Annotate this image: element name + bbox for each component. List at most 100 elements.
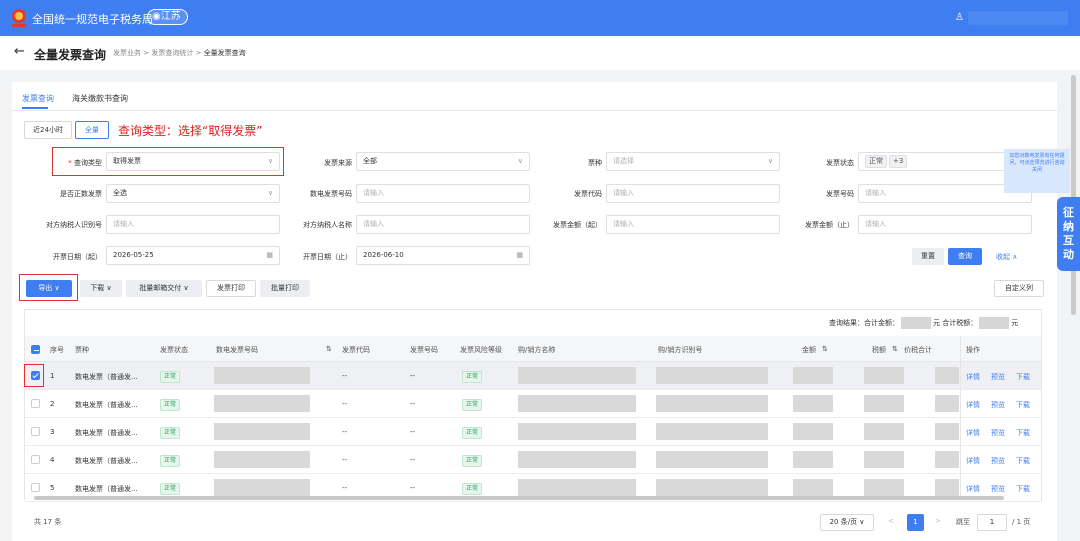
help-close-link[interactable]: 关闭 xyxy=(1009,167,1065,174)
status-badge: 正常 xyxy=(160,483,181,495)
breadcrumb-item[interactable]: 发票业务 xyxy=(113,49,141,57)
cell-code: -- xyxy=(342,456,348,464)
risk-badge: 正常 xyxy=(462,399,483,411)
source-select[interactable]: 全部 ∨ xyxy=(356,152,530,171)
all-button[interactable]: 全量 xyxy=(75,121,109,139)
page-scrollbar[interactable] xyxy=(1071,75,1076,315)
select-all-checkbox[interactable] xyxy=(31,345,40,354)
status-select[interactable]: 正常 +3 xyxy=(858,152,1008,171)
last-24h-button[interactable]: 近24小时 xyxy=(24,121,72,139)
tab-invoice-query[interactable]: 发票查询 xyxy=(22,93,54,104)
batch-mail-button[interactable]: 批量邮箱交付 ∨ xyxy=(126,280,202,297)
page-1[interactable]: 1 xyxy=(907,514,924,531)
risk-badge: 正常 xyxy=(462,483,483,495)
province-switch[interactable]: ◉江苏 xyxy=(147,9,188,25)
row-download-link[interactable]: 下载 xyxy=(1016,484,1030,494)
page-size-select[interactable]: 20 条/页 ∨ xyxy=(820,514,874,531)
next-page-icon[interactable]: > xyxy=(933,514,943,531)
code-label: 发票代码 xyxy=(574,190,602,198)
row-preview-link[interactable]: 预览 xyxy=(991,428,1005,438)
breadcrumb-item[interactable]: 发票查询统计 xyxy=(151,49,193,57)
row-detail-link[interactable]: 详情 xyxy=(966,484,980,494)
col-digital-no: 数电发票号码 xyxy=(216,346,258,354)
calendar-icon: ▦ xyxy=(266,251,273,259)
tab-indicator xyxy=(22,107,48,109)
kind-select[interactable]: 请选择 ∨ xyxy=(606,152,780,171)
col-amount: 金额 xyxy=(802,346,816,354)
row-checkbox[interactable] xyxy=(31,483,40,492)
amt-to-input[interactable]: 请输入 xyxy=(858,215,1032,234)
taxname-input[interactable]: 请输入 xyxy=(356,215,530,234)
cell-type: 数电发票（普通发... xyxy=(75,457,138,465)
row-checkbox[interactable] xyxy=(31,399,40,408)
amt-from-input[interactable]: 请输入 xyxy=(606,215,780,234)
cell-type: 数电发票（普通发... xyxy=(75,401,138,409)
batch-print-button[interactable]: 批量打印 xyxy=(260,280,310,297)
cell-no: 3 xyxy=(50,428,55,436)
taxid-label: 对方纳税人识别号 xyxy=(46,221,102,229)
redacted-party-name xyxy=(518,395,636,412)
row-preview-link[interactable]: 预览 xyxy=(991,456,1005,466)
side-interact-tab[interactable]: 征纳互动 xyxy=(1057,197,1080,271)
col-status: 发票状态 xyxy=(160,346,188,354)
cell-code: -- xyxy=(342,484,348,492)
row-preview-link[interactable]: 预览 xyxy=(991,484,1005,494)
row-checkbox[interactable] xyxy=(31,455,40,464)
date-to-picker[interactable]: 2026-06-10 ▦ xyxy=(356,246,530,265)
custom-columns-button[interactable]: 自定义列 xyxy=(994,280,1044,297)
sort-icon[interactable]: ⇅ xyxy=(822,345,828,353)
sort-icon[interactable]: ⇅ xyxy=(892,345,898,353)
sort-icon[interactable]: ⇅ xyxy=(326,345,332,353)
col-party-name: 购/销方名称 xyxy=(518,346,556,354)
prev-page-icon[interactable]: < xyxy=(886,514,896,531)
redacted-digital-no xyxy=(214,423,310,440)
redacted-tax xyxy=(979,317,1010,329)
help-popup: 如您对数电发票有任何疑问，可点击预览进行咨询 关闭 xyxy=(1004,149,1070,193)
digital-no-input[interactable]: 请输入 xyxy=(356,184,530,203)
cell-code: -- xyxy=(342,372,348,380)
source-label: 发票来源 xyxy=(324,159,352,167)
row-preview-link[interactable]: 预览 xyxy=(991,400,1005,410)
user-menu[interactable] xyxy=(968,11,1068,25)
risk-badge: 正常 xyxy=(462,455,483,467)
download-button[interactable]: 下载 ∨ xyxy=(80,280,122,297)
row-preview-link[interactable]: 预览 xyxy=(991,372,1005,382)
reset-button[interactable]: 重置 xyxy=(912,248,944,265)
chevron-down-icon: ∨ xyxy=(767,157,773,165)
positive-select[interactable]: 全选 ∨ xyxy=(106,184,280,203)
row-download-link[interactable]: 下载 xyxy=(1016,372,1030,382)
goto-page-input[interactable]: 1 xyxy=(977,514,1007,531)
location-icon: ◉ xyxy=(152,11,161,22)
redacted-digital-no xyxy=(214,367,310,384)
col-risk: 发票风险等级 xyxy=(460,346,502,354)
row-detail-link[interactable]: 详情 xyxy=(966,400,980,410)
col-type: 票种 xyxy=(75,346,89,354)
highlight-box xyxy=(24,364,44,387)
kind-label: 票种 xyxy=(588,159,602,167)
row-checkbox[interactable] xyxy=(31,427,40,436)
row-detail-link[interactable]: 详情 xyxy=(966,372,980,382)
print-button[interactable]: 发票打印 xyxy=(206,280,256,297)
table-hscrollbar[interactable] xyxy=(34,496,1004,500)
status-badge: 正常 xyxy=(160,427,181,439)
date-from-picker[interactable]: 2026-05-25 ▦ xyxy=(106,246,280,265)
cell-type: 数电发票（普通发... xyxy=(75,429,138,437)
taxid-input[interactable]: 请输入 xyxy=(106,215,280,234)
row-download-link[interactable]: 下载 xyxy=(1016,400,1030,410)
collapse-link[interactable]: 收起 ∧ xyxy=(996,252,1017,262)
back-arrow-icon[interactable]: ← xyxy=(14,44,25,59)
redacted-party-id xyxy=(656,423,768,440)
row-download-link[interactable]: 下载 xyxy=(1016,456,1030,466)
cell-code: -- xyxy=(342,400,348,408)
code-input[interactable]: 请输入 xyxy=(606,184,780,203)
search-button[interactable]: 查询 xyxy=(948,248,982,265)
highlight-box xyxy=(52,147,284,176)
goto-label: 跳至 xyxy=(956,518,970,526)
status-badge: 正常 xyxy=(160,399,181,411)
tab-customs-query[interactable]: 海关缴款书查询 xyxy=(72,93,128,104)
user-icon[interactable]: ♙ xyxy=(955,12,964,23)
row-detail-link[interactable]: 详情 xyxy=(966,428,980,438)
row-download-link[interactable]: 下载 xyxy=(1016,428,1030,438)
chevron-down-icon: ∨ xyxy=(517,157,523,165)
row-detail-link[interactable]: 详情 xyxy=(966,456,980,466)
